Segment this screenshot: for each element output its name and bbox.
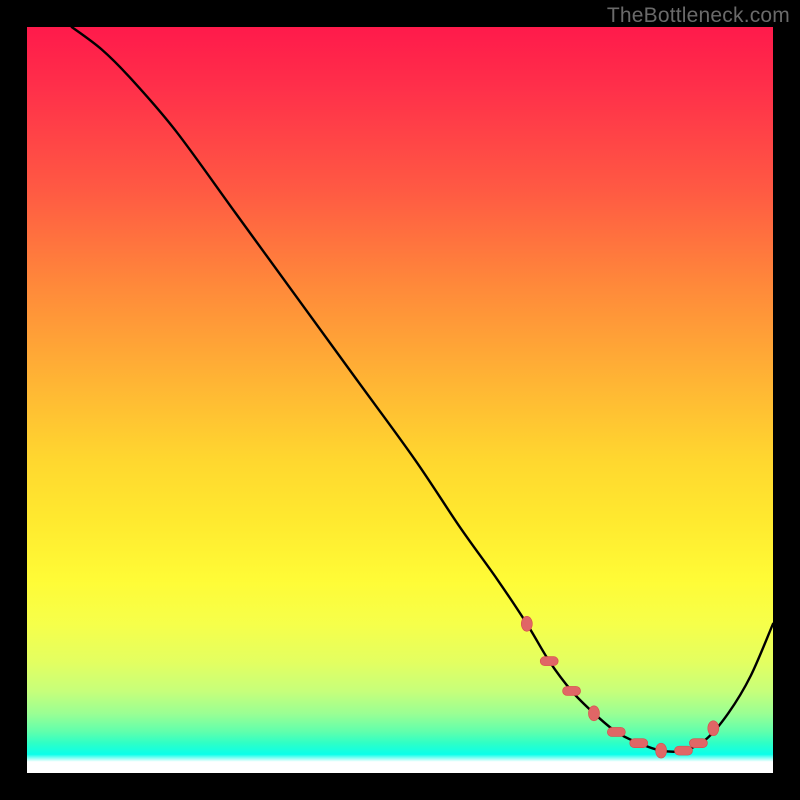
bottleneck-curve-svg <box>27 27 773 773</box>
valley-marker-dash <box>674 746 692 755</box>
valley-marker-dash <box>689 739 707 748</box>
watermark-text: TheBottleneck.com <box>607 4 790 28</box>
valley-marker-group <box>521 616 719 758</box>
valley-marker-dash <box>607 727 625 736</box>
valley-marker-dash <box>540 657 558 666</box>
bottleneck-curve-path <box>72 27 773 752</box>
valley-marker-dot <box>656 743 667 758</box>
chart-frame: TheBottleneck.com <box>0 0 800 800</box>
valley-marker-dot <box>521 616 532 631</box>
gradient-plot-area <box>27 27 773 773</box>
valley-marker-dot <box>708 721 719 736</box>
valley-marker-dash <box>630 739 648 748</box>
valley-marker-dash <box>563 686 581 695</box>
valley-marker-dot <box>588 706 599 721</box>
